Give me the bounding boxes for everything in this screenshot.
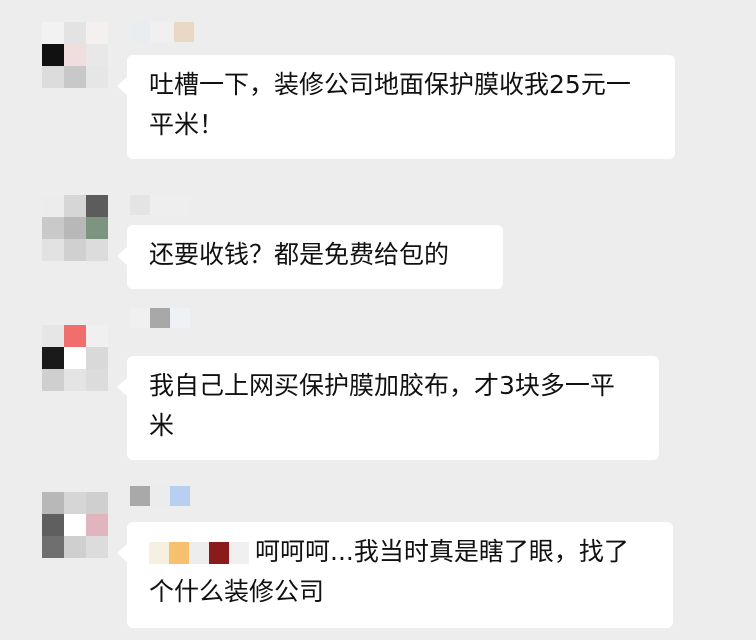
message-bubble[interactable]: 我自己上网买保护膜加胶布，才3块多一平米 (117, 356, 659, 460)
sender-name (130, 486, 190, 506)
message-bubble[interactable]: 吐槽一下，装修公司地面保护膜收我25元一平米！ (117, 55, 675, 159)
avatar[interactable] (42, 325, 108, 391)
avatar[interactable] (42, 22, 108, 88)
sender-name (130, 22, 194, 42)
message-bubble[interactable]: 还要收钱？都是免费给包的 (117, 225, 503, 289)
message-bubble[interactable]: 呵呵呵...我当时真是瞎了眼，找了个什么装修公司 (117, 522, 673, 628)
sender-name (130, 308, 190, 328)
message-text: 还要收钱？都是免费给包的 (149, 240, 450, 269)
avatar[interactable] (42, 492, 108, 558)
quoted-name-mosaic (149, 542, 249, 564)
message-text: 吐槽一下，装修公司地面保护膜收我25元一平米！ (149, 70, 631, 139)
avatar[interactable] (42, 195, 108, 261)
message-text: 我自己上网买保护膜加胶布，才3块多一平米 (149, 371, 615, 440)
sender-name (130, 195, 190, 215)
